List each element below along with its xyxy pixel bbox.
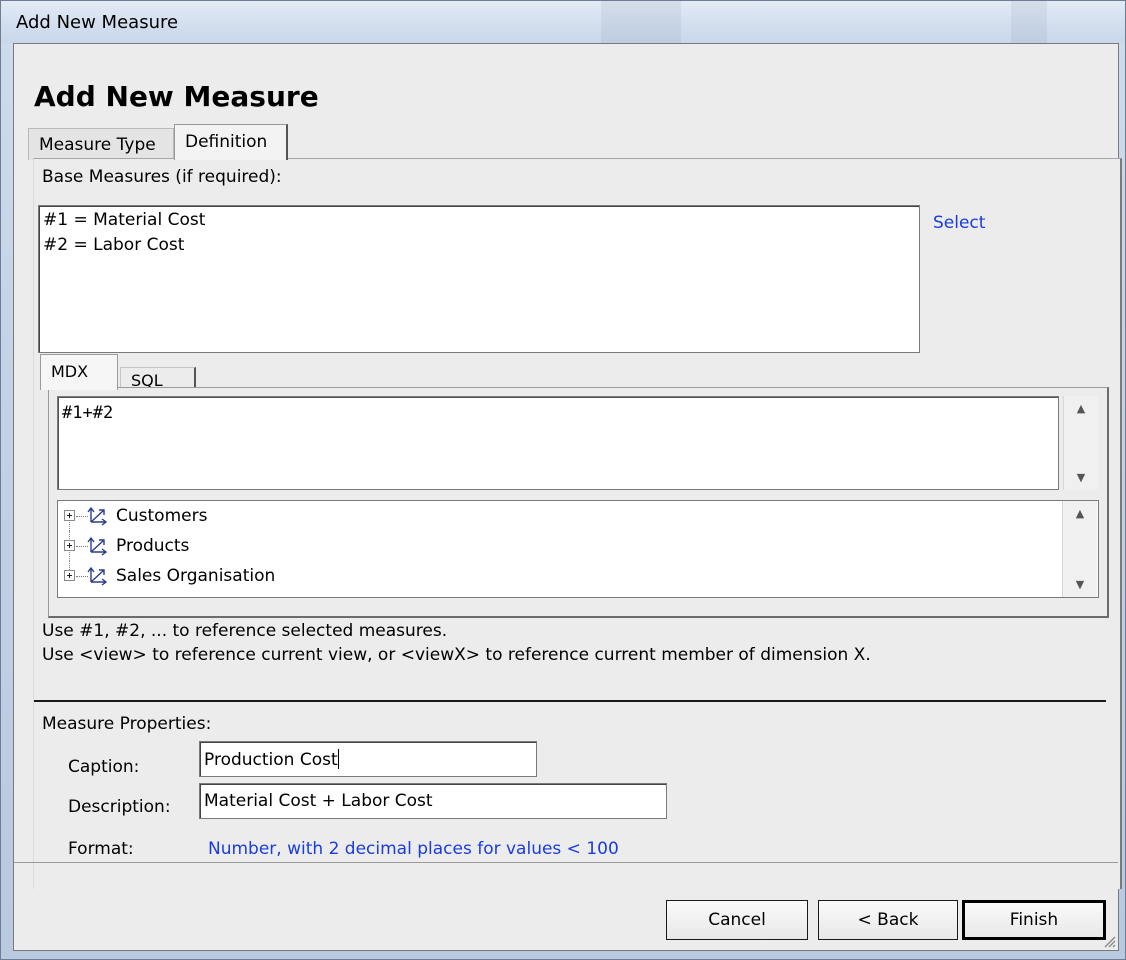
scroll-up-icon[interactable]: ▲	[1064, 402, 1098, 415]
title-bar[interactable]: Add New Measure	[1, 1, 1125, 43]
window-title: Add New Measure	[16, 12, 179, 33]
footer-divider	[14, 862, 1118, 863]
tab-label: MDX	[51, 362, 89, 381]
expand-icon[interactable]	[64, 570, 75, 581]
tree-scrollbar[interactable]: ▲ ▼	[1062, 501, 1097, 597]
cancel-button[interactable]: Cancel	[666, 900, 808, 940]
background-ghost	[1011, 1, 1047, 43]
format-link[interactable]: Number, with 2 decimal places for values…	[208, 839, 619, 859]
help-text-measures: Use #1, #2, ... to reference selected me…	[42, 621, 448, 641]
tree-node-label: Sales Organisation	[116, 566, 276, 586]
dialog-body: Add New Measure Measure Type Definition …	[13, 43, 1122, 951]
back-button[interactable]: < Back	[818, 900, 958, 940]
caption-field[interactable]: Production Cost	[199, 741, 537, 777]
expand-icon[interactable]	[64, 510, 75, 521]
definition-panel: Base Measures (if required): #1 = Materi…	[33, 158, 1122, 889]
scroll-down-icon[interactable]: ▼	[1064, 471, 1098, 484]
scroll-down-icon[interactable]: ▼	[1063, 578, 1097, 591]
dimension-tree[interactable]: Customers Products Sales Organisation ▲ …	[57, 500, 1099, 598]
tab-label: Measure Type	[39, 135, 156, 155]
tree-node-label: Products	[116, 536, 190, 556]
tree-node-sales-organisation[interactable]: Sales Organisation	[58, 561, 1098, 591]
page-title: Add New Measure	[34, 80, 319, 113]
mdx-panel: #1+#2 ▲ ▼ Customers Products Sales Organ…	[48, 387, 1109, 618]
description-label: Description:	[68, 797, 171, 817]
tab-label: Definition	[185, 132, 268, 152]
tab-measure-type[interactable]: Measure Type	[28, 128, 174, 160]
tree-node-label: Customers	[116, 506, 208, 526]
tree-node-customers[interactable]: Customers	[58, 501, 1098, 531]
tab-definition[interactable]: Definition	[174, 124, 288, 160]
format-label: Format:	[68, 839, 134, 859]
tab-mdx[interactable]: MDX	[40, 354, 118, 390]
expand-icon[interactable]	[64, 540, 75, 551]
base-measures-list[interactable]: #1 = Material Cost #2 = Labor Cost	[38, 205, 920, 353]
resize-grip-icon[interactable]	[1100, 932, 1116, 948]
tree-node-products[interactable]: Products	[58, 531, 1098, 561]
dimension-icon	[87, 536, 108, 556]
scroll-up-icon[interactable]: ▲	[1063, 507, 1097, 520]
background-ghost	[601, 1, 681, 43]
section-divider	[34, 700, 1106, 702]
base-measures-label: Base Measures (if required):	[42, 167, 282, 187]
expression-editor[interactable]: #1+#2	[57, 396, 1059, 490]
list-item[interactable]: #1 = Material Cost	[39, 208, 919, 233]
dimension-icon	[87, 506, 108, 526]
measure-properties-label: Measure Properties:	[42, 714, 212, 734]
help-text-view: Use <view> to reference current view, or…	[42, 645, 871, 665]
caption-value: Production Cost	[204, 750, 338, 770]
caption-label: Caption:	[68, 757, 140, 777]
list-item[interactable]: #2 = Labor Cost	[39, 233, 919, 258]
dimension-icon	[87, 566, 108, 586]
dialog-window: Add New Measure Add New Measure Measure …	[0, 0, 1126, 960]
description-field[interactable]: Material Cost + Labor Cost	[199, 783, 667, 819]
finish-button[interactable]: Finish	[962, 900, 1106, 940]
text-caret	[337, 749, 339, 769]
select-link[interactable]: Select	[933, 213, 985, 233]
editor-scrollbar[interactable]: ▲ ▼	[1063, 396, 1098, 490]
